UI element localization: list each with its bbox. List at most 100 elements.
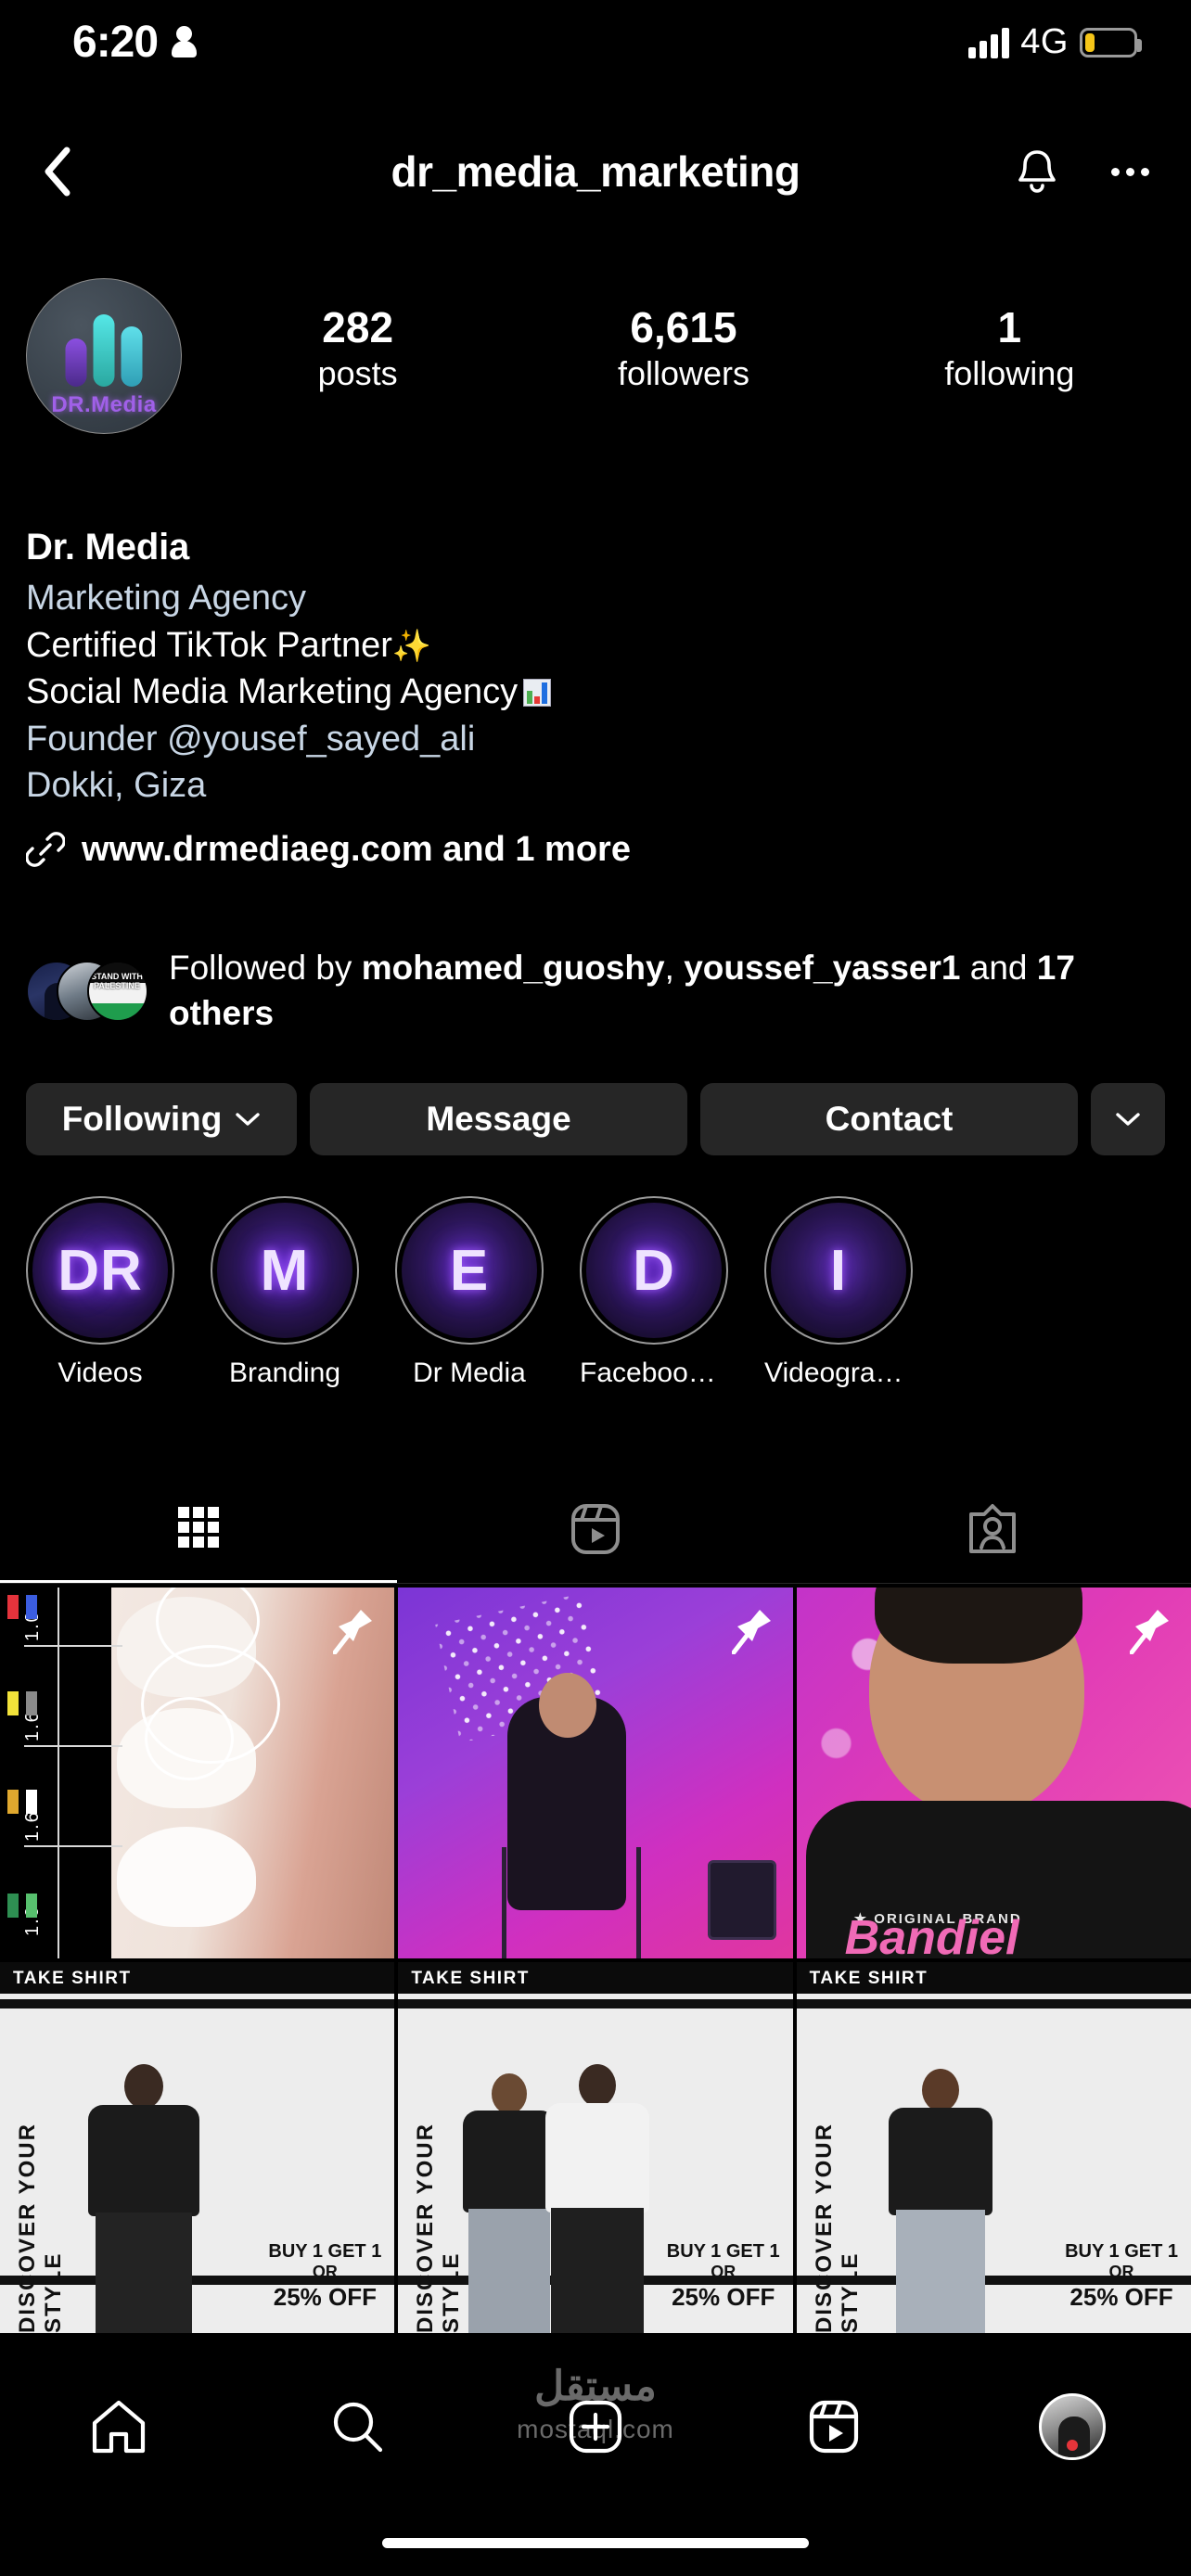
- bio-section: Dr. Media Marketing Agency Certified Tik…: [26, 519, 1165, 870]
- post-thumbnail-3[interactable]: ★ ORIGINAL BRAND Bandiel: [796, 1588, 1191, 1958]
- shirt-script-text: Bandiel: [844, 1911, 1019, 1958]
- stat-posts[interactable]: 282 posts: [195, 302, 520, 394]
- highlight-videography[interactable]: I Videography: [764, 1196, 913, 1419]
- post-thumbnail-2[interactable]: [398, 1588, 793, 1958]
- ellipsis-icon: [1110, 167, 1120, 176]
- model-graphic: [65, 2064, 223, 2333]
- instagram-profile-screen: 6:20 4G dr_media_marketing DR.Media 282 …: [0, 0, 1191, 2576]
- reels-icon: [571, 1503, 620, 1554]
- ad-top-label: TAKE SHIRT: [809, 1969, 928, 1988]
- highlight-glyph: DR: [58, 1238, 143, 1303]
- options-button[interactable]: [1102, 144, 1158, 199]
- following-button[interactable]: Following: [26, 1083, 297, 1155]
- profile-tabs: [0, 1474, 1191, 1584]
- more-actions-button[interactable]: [1091, 1083, 1165, 1155]
- post-thumbnail-4[interactable]: TAKE SHIRT DISCOVER YOUR STYLE BUY 1 GET…: [0, 1962, 395, 2333]
- ad-offer-line2: OR: [1108, 2263, 1134, 2282]
- bio-tiktok-text: Certified TikTok Partner: [26, 625, 392, 665]
- profile-stats: 282 posts 6,615 followers 1 following: [195, 302, 1172, 394]
- home-nav[interactable]: [0, 2397, 238, 2456]
- status-bar-right: 4G: [968, 22, 1142, 62]
- home-indicator[interactable]: [382, 2538, 809, 2548]
- highlight-label: Dr Media: [413, 1358, 526, 1388]
- tagged-tab[interactable]: [794, 1474, 1191, 1583]
- bio-line-tiktok: Certified TikTok Partner✨: [26, 622, 1165, 670]
- highlight-facebook[interactable]: D Facebook P...: [580, 1196, 728, 1419]
- ad-offer-block: BUY 1 GET 1 OR 25% OFF: [1065, 2240, 1178, 2313]
- model-graphic: [537, 2064, 658, 2333]
- post-thumbnail-5[interactable]: TAKE SHIRT DISCOVER YOUR STYLE BUY 1 GET…: [398, 1962, 793, 2333]
- message-button[interactable]: Message: [310, 1083, 687, 1155]
- signal-bars-icon: [968, 27, 1010, 58]
- reels-nav[interactable]: [714, 2397, 953, 2456]
- highlight-videos[interactable]: DR Videos: [26, 1196, 174, 1419]
- mutual-user-2[interactable]: youssef_yasser1: [684, 949, 960, 987]
- highlight-dr-media[interactable]: E Dr Media: [395, 1196, 544, 1419]
- business-category: Marketing Agency: [26, 579, 307, 618]
- battery-low-icon: [1080, 27, 1142, 57]
- network-type: 4G: [1020, 22, 1069, 61]
- search-nav[interactable]: [238, 2397, 477, 2456]
- grid-tab[interactable]: [0, 1474, 397, 1583]
- ad-vertical-label: DISCOVER YOUR STYLE: [15, 2123, 66, 2333]
- highlight-label: Facebook P...: [580, 1358, 728, 1388]
- contact-button[interactable]: Contact: [700, 1083, 1078, 1155]
- ad-offer-line1: BUY 1 GET 1: [268, 2240, 382, 2262]
- profile-header: DR.Media 282 posts 6,615 followers 1 fol…: [0, 278, 1191, 491]
- reels-tab[interactable]: [397, 1474, 794, 1583]
- bio-line-location: Dokki, Giza: [26, 766, 207, 806]
- highlight-glyph: E: [449, 1238, 490, 1303]
- link-icon: [26, 832, 65, 867]
- plus-square-icon: [569, 2400, 622, 2454]
- display-name: Dr. Media: [26, 527, 190, 567]
- bio-line-founder[interactable]: Founder @yousef_sayed_ali: [26, 716, 1165, 763]
- ad-offer-line1: BUY 1 GET 1: [1065, 2240, 1178, 2262]
- ad-vertical-label: DISCOVER YOUR STYLE: [811, 2123, 863, 2333]
- mutual-middle: and: [960, 949, 1037, 987]
- mutual-avatars: STAND WITH PALESTINE: [26, 960, 148, 1022]
- pin-icon: [1130, 1610, 1169, 1654]
- following-count: 1: [997, 303, 1022, 351]
- ad-top-label: TAKE SHIRT: [411, 1969, 530, 1988]
- create-nav[interactable]: [477, 2397, 715, 2456]
- palestine-flag-text: STAND WITH PALESTINE: [91, 971, 143, 991]
- status-time: 6:20: [72, 18, 159, 67]
- avatar-label: DR.Media: [51, 392, 157, 417]
- following-label: Following: [61, 1100, 223, 1138]
- status-bar-left: 6:20: [72, 18, 198, 67]
- reels-icon: [809, 2400, 858, 2454]
- action-buttons: Following Message Contact: [26, 1083, 1165, 1155]
- story-highlights: DR Videos M Branding E Dr Media D Facebo…: [0, 1196, 1191, 1419]
- ad-offer-line2: OR: [711, 2263, 736, 2282]
- bio-line-smma: Social Media Marketing Agency: [26, 669, 1165, 716]
- bio-link-row[interactable]: www.drmediaeg.com and 1 more: [26, 830, 1165, 870]
- notification-dot: [1066, 2440, 1078, 2451]
- mutual-user-1[interactable]: mohamed_guoshy: [362, 949, 665, 987]
- bottom-nav-bar: [0, 2366, 1191, 2487]
- following-label: following: [944, 354, 1075, 393]
- stat-following[interactable]: 1 following: [847, 302, 1172, 394]
- home-icon: [93, 2400, 146, 2454]
- profile-nav[interactable]: [953, 2393, 1191, 2460]
- status-bar: 6:20 4G: [0, 0, 1191, 102]
- nav-bar: dr_media_marketing: [0, 130, 1191, 213]
- post-thumbnail-6[interactable]: TAKE SHIRT DISCOVER YOUR STYLE BUY 1 GET…: [796, 1962, 1191, 2333]
- dental-ruler-overlay: 1.0 1.6 1.6 1.0: [0, 1588, 122, 1958]
- avatar-bars-graphic: [65, 314, 143, 387]
- profile-avatar[interactable]: DR.Media: [26, 278, 182, 434]
- ad-offer-line3: 25% OFF: [1069, 2283, 1173, 2312]
- highlight-glyph: I: [829, 1238, 848, 1303]
- post-thumbnail-1[interactable]: 1.0 1.6 1.6 1.0: [0, 1588, 395, 1958]
- ad-offer-block: BUY 1 GET 1 OR 25% OFF: [667, 2240, 780, 2313]
- highlight-label: Branding: [228, 1358, 341, 1388]
- followed-by-section[interactable]: STAND WITH PALESTINE Followed by mohamed…: [26, 946, 1165, 1037]
- bell-icon: [1018, 150, 1056, 193]
- chevron-down-icon: [1116, 1113, 1140, 1126]
- ad-offer-line1: BUY 1 GET 1: [666, 2240, 780, 2262]
- highlight-branding[interactable]: M Branding: [211, 1196, 359, 1419]
- notifications-button[interactable]: [1009, 144, 1065, 199]
- stat-followers[interactable]: 6,615 followers: [520, 302, 846, 394]
- ad-offer-line3: 25% OFF: [672, 2283, 775, 2312]
- posts-label: posts: [317, 354, 398, 393]
- ad-offer-block: BUY 1 GET 1 OR 25% OFF: [268, 2240, 381, 2313]
